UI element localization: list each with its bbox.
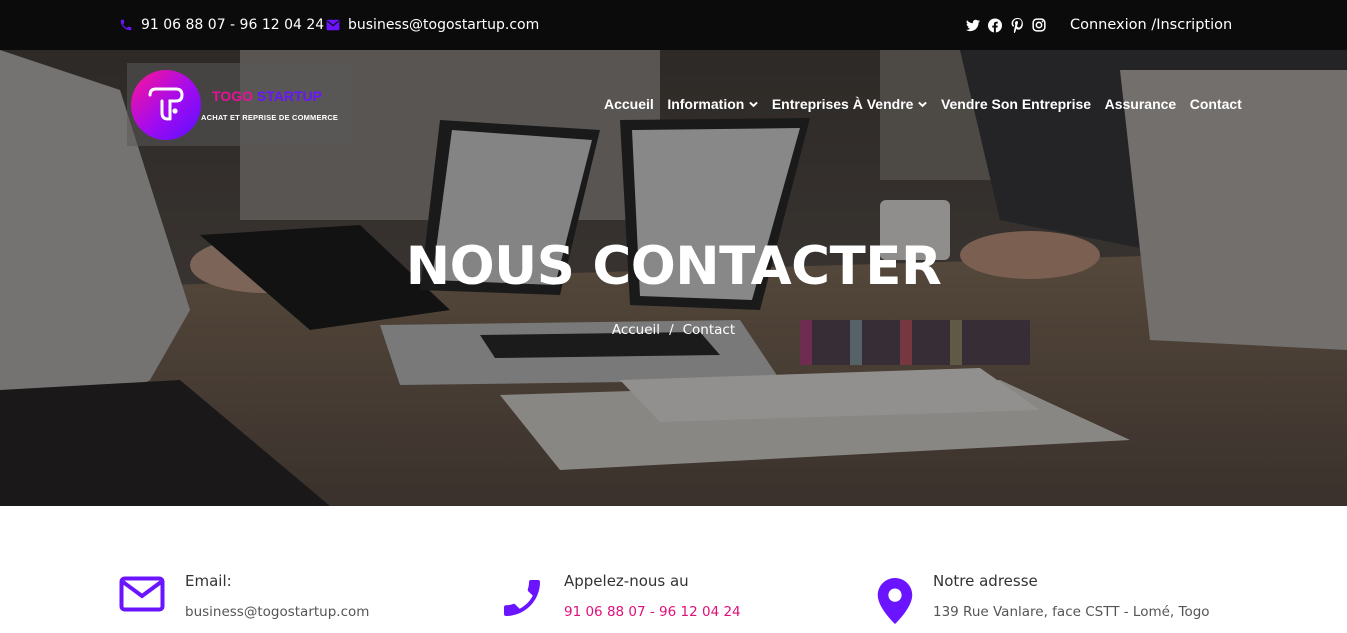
nav-item-label: Vendre Son Entreprise (940, 96, 1092, 112)
hero-banner: TOGO STARTUP ACHAT ET REPRISE DE COMMERC… (0, 50, 1347, 506)
phone-value[interactable]: 91 06 88 07 - 96 12 04 24 (564, 604, 741, 620)
nav-item-accueil[interactable]: Accueil (604, 96, 654, 112)
topbar-phone-text: 91 06 88 07 - 96 12 04 24 (141, 17, 325, 33)
topbar-phone[interactable]: 91 06 88 07 - 96 12 04 24 (119, 0, 324, 50)
topbar-email-text: business@togostartup.com (348, 17, 540, 33)
contact-email-block: Email: business@togostartup.com (119, 566, 419, 633)
logo-t-mark-icon (148, 87, 184, 121)
email-label: Email: (185, 572, 232, 590)
top-bar: 91 06 88 07 - 96 12 04 24 business@togos… (0, 0, 1347, 50)
site-logo[interactable]: TOGO STARTUP ACHAT ET REPRISE DE COMMERC… (127, 63, 353, 146)
envelope-icon (119, 576, 165, 612)
topbar-email[interactable]: business@togostartup.com (326, 0, 539, 50)
nav-item-label: Entreprises À Vendre (771, 96, 914, 112)
logo-title: TOGO STARTUP (212, 88, 322, 104)
nav-item-label: Contact (1189, 96, 1242, 112)
instagram-icon[interactable] (1032, 18, 1046, 32)
facebook-icon[interactable] (988, 18, 1002, 32)
email-value[interactable]: business@togostartup.com (185, 604, 369, 620)
main-navigation: Accueil Information Entreprises À Vendre… (604, 93, 1242, 115)
social-links (966, 0, 1046, 50)
chevron-down-icon (918, 101, 928, 107)
phone-label: Appelez-nous au (564, 572, 689, 590)
address-value: 139 Rue Vanlare, face CSTT - Lomé, Togo (933, 604, 1210, 620)
nav-item-information[interactable]: Information (667, 96, 759, 112)
address-label: Notre adresse (933, 572, 1038, 590)
breadcrumb-home-link[interactable]: Accueil (612, 322, 660, 338)
contact-phone-block: Appelez-nous au 91 06 88 07 - 96 12 04 2… (498, 566, 818, 633)
envelope-icon (326, 19, 340, 31)
map-pin-icon (877, 578, 913, 624)
breadcrumb-separator: / (669, 322, 674, 338)
nav-item-entreprises-a-vendre[interactable]: Entreprises À Vendre (772, 96, 928, 112)
chevron-down-icon (749, 101, 759, 107)
nav-item-vendre-son-entreprise[interactable]: Vendre Son Entreprise (941, 96, 1091, 112)
breadcrumb-current: Contact (682, 322, 736, 338)
nav-item-label: Information (667, 96, 745, 112)
logo-emblem (131, 70, 201, 140)
nav-item-contact[interactable]: Contact (1190, 96, 1242, 112)
phone-icon (120, 19, 132, 31)
nav-item-label: Assurance (1104, 96, 1177, 112)
logo-title-startup: STARTUP (256, 88, 322, 104)
breadcrumb: Accueil / Contact (0, 322, 1347, 338)
twitter-icon[interactable] (966, 18, 980, 32)
pinterest-icon[interactable] (1010, 17, 1024, 33)
nav-item-assurance[interactable]: Assurance (1105, 96, 1177, 112)
page-title: NOUS CONTACTER (405, 236, 942, 297)
contact-address-block: Notre adresse 139 Rue Vanlare, face CSTT… (877, 566, 1237, 633)
phone-icon (504, 580, 540, 616)
login-register-link[interactable]: Connexion /Inscription (1070, 0, 1232, 50)
nav-item-label: Accueil (604, 96, 654, 112)
logo-title-togo: TOGO (212, 88, 253, 104)
logo-tagline: ACHAT ET REPRISE DE COMMERCE (201, 113, 339, 122)
